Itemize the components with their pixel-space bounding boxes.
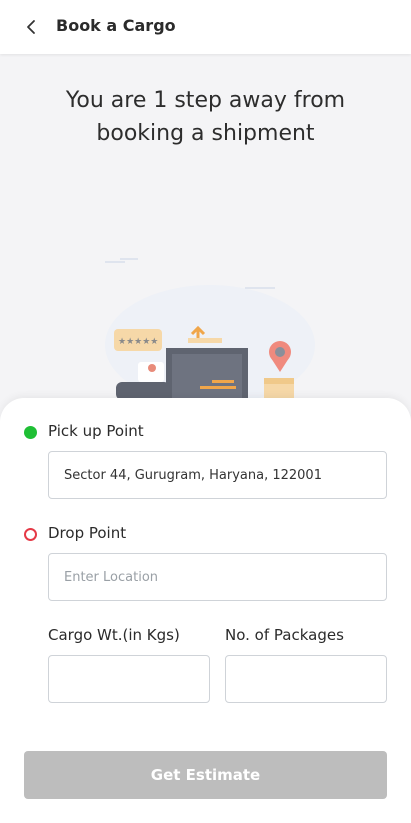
cargo-illustration: ★★★★★ bbox=[100, 250, 315, 405]
pickup-label: Pick up Point bbox=[48, 422, 144, 440]
hero-headline-line2: booking a shipment bbox=[96, 121, 315, 146]
app-bar: Book a Cargo bbox=[0, 0, 411, 54]
hero-headline-line1: You are 1 step away from bbox=[65, 88, 346, 113]
pickup-input[interactable] bbox=[48, 451, 387, 499]
hero-headline: You are 1 step away from booking a shipm… bbox=[0, 84, 411, 150]
page-title: Book a Cargo bbox=[56, 16, 176, 35]
cargo-desk-illustration-icon: ★★★★★ bbox=[105, 258, 315, 405]
cargo-weight-label: Cargo Wt.(in Kgs) bbox=[48, 626, 180, 644]
packages-input[interactable] bbox=[225, 655, 387, 703]
drop-label: Drop Point bbox=[48, 524, 127, 542]
drop-input[interactable] bbox=[48, 553, 387, 601]
get-estimate-button[interactable]: Get Estimate bbox=[24, 751, 387, 799]
packages-label: No. of Packages bbox=[225, 626, 344, 644]
chevron-left-icon bbox=[27, 20, 35, 34]
svg-text:★★★★★: ★★★★★ bbox=[118, 337, 158, 347]
cargo-weight-input[interactable] bbox=[48, 655, 210, 703]
pickup-indicator-icon bbox=[24, 426, 37, 439]
drop-indicator-icon bbox=[24, 528, 37, 541]
back-button[interactable] bbox=[18, 13, 46, 41]
